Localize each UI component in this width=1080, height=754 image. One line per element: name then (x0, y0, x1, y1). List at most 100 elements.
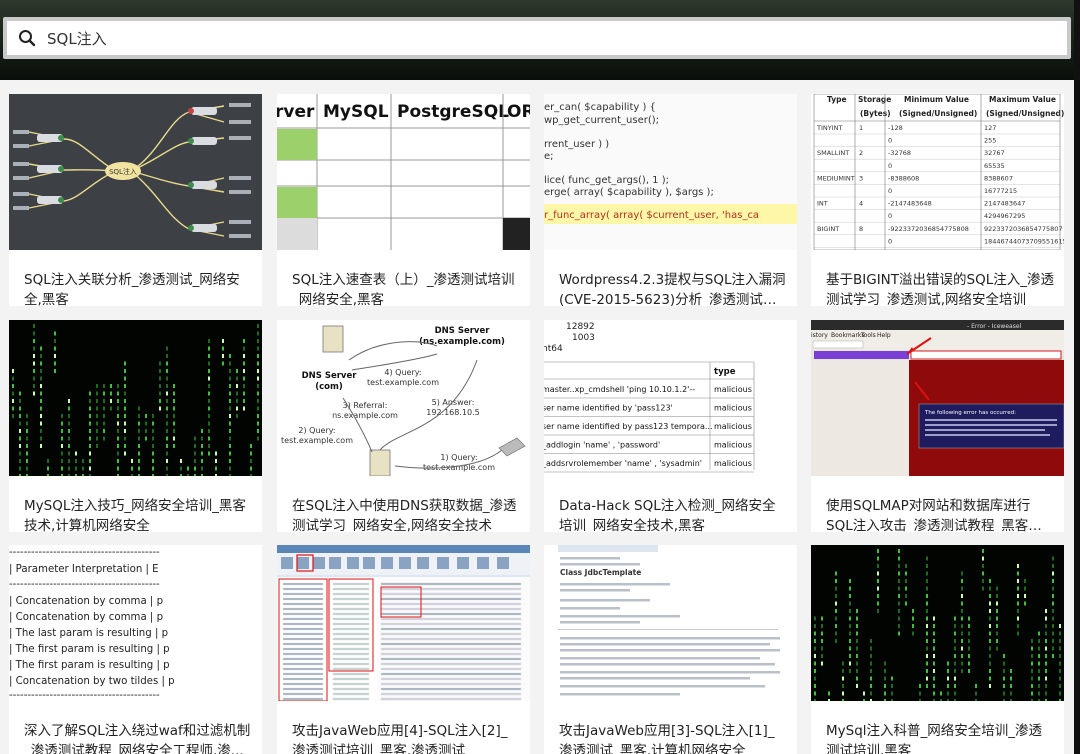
matrix-glyph (236, 414, 238, 418)
table-cell: SMALLINT (817, 149, 849, 157)
matrix-glyph (229, 429, 231, 433)
matrix-glyph (229, 384, 231, 388)
result-card[interactable]: ----------------------------------------… (9, 545, 262, 754)
matrix-glyph (19, 399, 21, 403)
result-title[interactable]: 基于BIGINT溢出错误的SQL注入_渗透测试学习_渗透测试,网络安全培训 (826, 270, 1054, 306)
matrix-glyph (1038, 699, 1040, 701)
matrix-glyph (124, 384, 126, 388)
matrix-glyph (814, 684, 816, 688)
matrix-glyph (89, 451, 91, 456)
matrix-glyph (1059, 676, 1061, 681)
result-title[interactable]: SQL注入关联分析_渗透测试_网络安全,黑客 (24, 270, 252, 306)
matrix-glyph (19, 451, 21, 456)
result-card[interactable]: er_can( $capability ) { wp_get_current_u… (544, 94, 797, 306)
matrix-glyph (117, 466, 119, 471)
matrix-glyph (61, 474, 63, 476)
matrix-glyph (250, 466, 252, 471)
result-card[interactable]: SQL注入 SQL注入关联分析_渗透测试_网络安全,黑客 (9, 94, 262, 306)
table-row: | Concatenation by two tildes | p (9, 676, 175, 687)
matrix-glyph (1031, 676, 1033, 681)
matrix-glyph (1052, 639, 1054, 643)
matrix-glyph (89, 474, 91, 476)
matrix-glyph (1045, 609, 1047, 613)
table-row: | The first param is resulting | p (9, 660, 170, 671)
result-card[interactable]: MySQL注入技巧_网络安全培训_黑客技术,计算机网络安全 (9, 320, 262, 532)
result-title[interactable]: SQL注入速查表（上）_渗透测试培训_网络安全,黑客 (292, 270, 520, 306)
matrix-glyph (1052, 571, 1054, 576)
matrix-glyph (152, 421, 154, 426)
result-title[interactable]: 攻击JavaWeb应用[4]-SQL注入[2]_渗透测试培训_黑客,渗透测试 (292, 721, 520, 754)
matrix-glyph (954, 616, 956, 621)
table-cell: INT (817, 200, 828, 208)
result-card[interactable]: - Error - Iceweasel istory Bookmarks Too… (811, 320, 1064, 532)
result-title[interactable]: 在SQL注入中使用DNS获取数据_渗透测试学习_网络安全,网络安全技术 (292, 496, 520, 532)
result-card[interactable]: 攻击JavaWeb应用[4]-SQL注入[2]_渗透测试培训_黑客,渗透测试 (277, 545, 530, 754)
matrix-glyph (75, 451, 77, 456)
matrix-glyph (89, 406, 91, 411)
table-cell: malicious (714, 385, 752, 394)
result-title[interactable]: 深入了解SQL注入绕过waf和过滤机制_渗透测试教程_网络安全工程师,渗... (24, 721, 252, 754)
search-icon[interactable] (7, 21, 47, 55)
matrix-glyph (961, 661, 963, 666)
matrix-glyph (33, 346, 35, 351)
result-card[interactable]: rver MySQL PostgreSQL OR SQL注入速查表（上）_渗透测… (277, 94, 530, 306)
matrix-glyph (1045, 624, 1047, 628)
matrix-glyph (933, 646, 935, 651)
matrix-glyph (89, 444, 91, 448)
matrix-glyph (187, 466, 189, 471)
matrix-glyph (933, 684, 935, 688)
search-bar[interactable] (3, 17, 1071, 59)
matrix-glyph (40, 354, 42, 358)
matrix-glyph (229, 474, 231, 476)
matrix-glyph (989, 676, 991, 681)
code-line: r_func_array( array( $current_user, 'has… (544, 210, 759, 221)
matrix-glyph (138, 406, 140, 411)
matrix-glyph (96, 384, 98, 388)
matrix-glyph (996, 631, 998, 636)
matrix-glyph (1003, 691, 1005, 696)
result-title[interactable]: MySQL注入技巧_网络安全培训_黑客技术,计算机网络安全 (24, 496, 252, 532)
result-card[interactable]: DNS Server (ns.example.com) DNS Server (… (277, 320, 530, 532)
table-cell: -2147483648 (888, 200, 932, 208)
matrix-glyph (19, 474, 21, 476)
matrix-glyph (54, 346, 56, 351)
result-title[interactable]: 攻击JavaWeb应用[3]-SQL注入[1]_渗透测试_黑客,计算机网络安全 (559, 721, 787, 754)
matrix-glyph (208, 361, 210, 366)
list-line (282, 597, 324, 601)
matrix-glyph (89, 414, 91, 418)
result-title[interactable]: Wordpress4.2.3提权与SQL注入漏洞(CVE-2015-5623)分… (559, 270, 787, 306)
matrix-glyph (201, 451, 203, 456)
matrix-glyph (19, 429, 21, 433)
doc-line (560, 583, 670, 586)
matrix-glyph (842, 676, 844, 681)
matrix-glyph (243, 339, 245, 343)
matrix-glyph (187, 474, 189, 476)
matrix-glyph (26, 436, 28, 441)
matrix-glyph (898, 631, 900, 636)
result-card[interactable]: Type Storage Minimum Value Maximum Value… (811, 94, 1064, 306)
matrix-glyph (26, 421, 28, 426)
result-title[interactable]: Data-Hack SQL注入检测_网络安全培训_网络安全技术,黑客 (559, 496, 787, 532)
scrollbar[interactable] (1074, 0, 1080, 754)
matrix-glyph (229, 369, 231, 373)
result-title[interactable]: MySql注入科普_网络安全培训_渗透测试培训,黑客 (826, 721, 1054, 754)
matrix-glyph (926, 616, 928, 621)
list-line (332, 627, 370, 631)
result-title[interactable]: 使用SQLMAP对网站和数据库进行SQL注入攻击_渗透测试教程_黑客技... (826, 496, 1054, 532)
matrix-glyph (821, 661, 823, 666)
result-card[interactable]: MySql注入科普_网络安全培训_渗透测试培训,黑客 (811, 545, 1064, 754)
matrix-glyph (926, 556, 928, 561)
matrix-glyph (243, 406, 245, 411)
list-line (282, 627, 324, 631)
matrix-glyph (1052, 579, 1054, 583)
table-cell: 0 (888, 162, 892, 170)
matrix-glyph (835, 609, 837, 613)
matrix-glyph (138, 414, 140, 418)
search-input[interactable] (47, 23, 1067, 53)
result-card[interactable]: 12892 1003 nt64 type master..xp_cmdshell… (544, 320, 797, 532)
matrix-glyph (905, 564, 907, 568)
matrix-glyph (1038, 631, 1040, 636)
result-card[interactable]: Class JdbcTemplate 攻击JavaWeb应用[3]-SQL注入[… (544, 545, 797, 754)
matrix-glyph (1045, 616, 1047, 621)
matrix-glyph (236, 384, 238, 388)
